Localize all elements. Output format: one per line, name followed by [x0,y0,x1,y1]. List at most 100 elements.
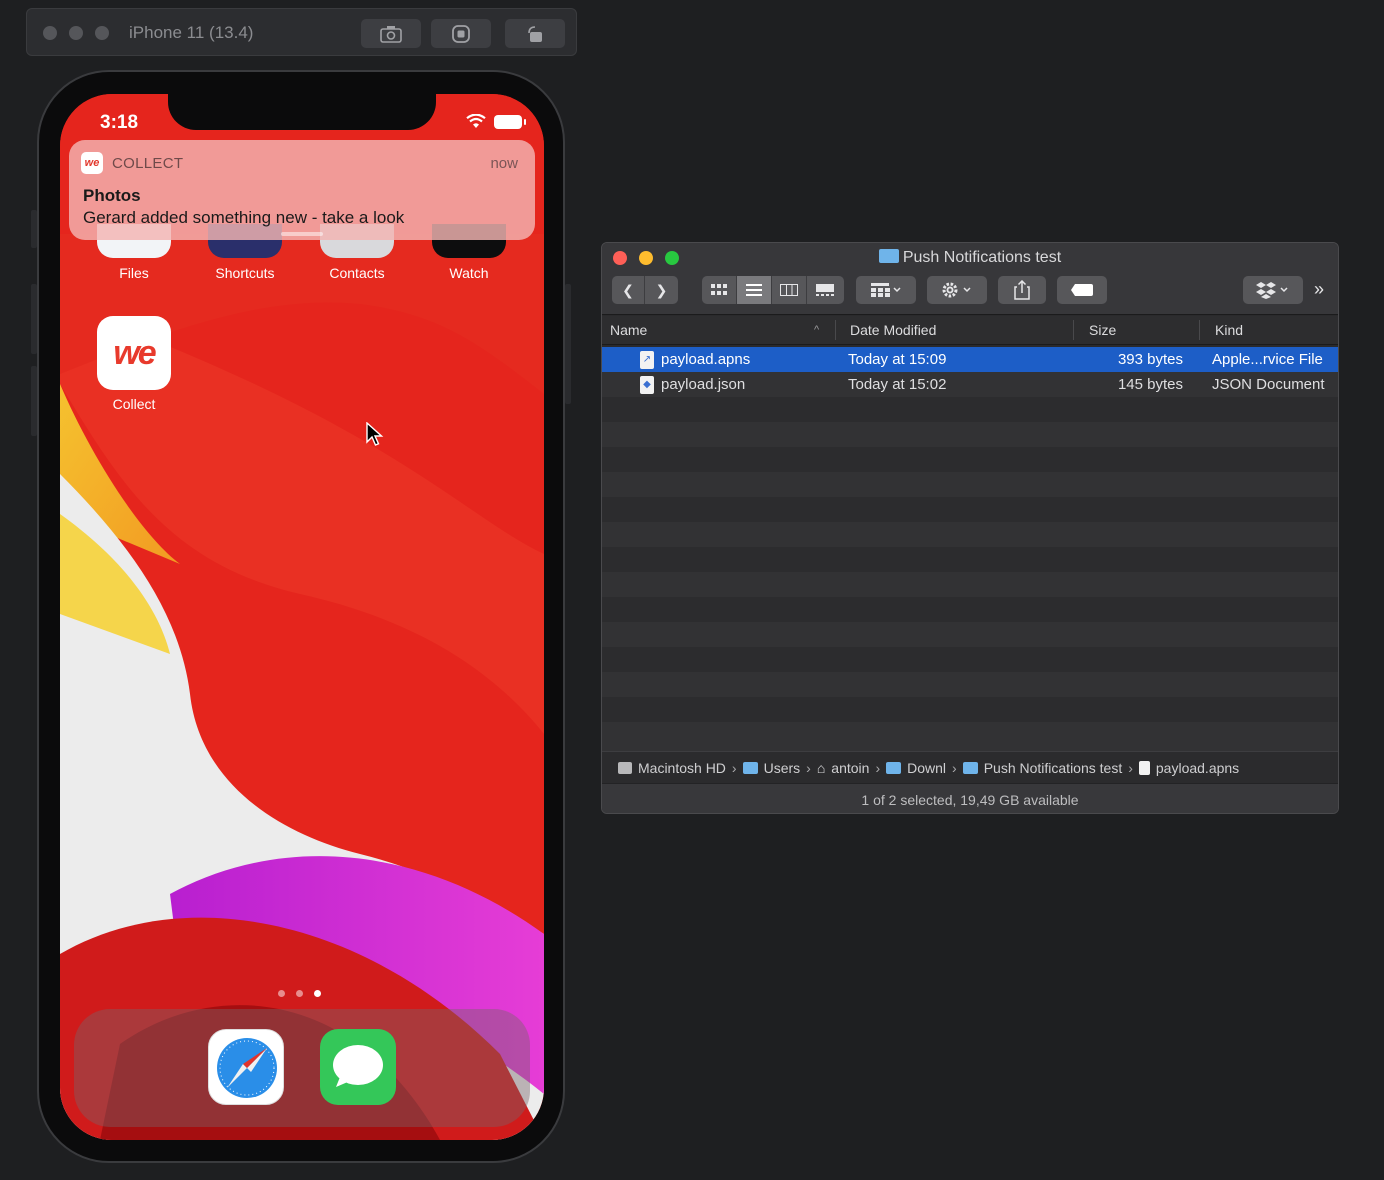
mouse-cursor-icon [366,422,384,446]
safari-icon[interactable] [208,1029,284,1105]
file-row-selected[interactable]: ↗ payload.apns Today at 15:09 393 bytes … [602,347,1338,372]
finder-window: Push Notifications test ❮ ❯ » Name ^ Dat… [601,242,1339,814]
action-button[interactable] [927,276,987,304]
empty-row [602,722,1338,751]
list-view-button[interactable] [737,276,772,304]
collect-app-label: Collect [112,396,156,412]
empty-row [602,447,1338,472]
screenshot-button[interactable] [361,19,421,48]
path-item[interactable]: Downl [907,760,946,776]
share-icon [1014,280,1030,300]
volume-down-button[interactable] [31,366,37,436]
forward-button[interactable]: ❯ [645,276,678,304]
contacts-app-label: Contacts [329,265,385,281]
name-column-header[interactable]: Name [610,322,647,338]
empty-row [602,672,1338,697]
file-size: 145 bytes [1117,376,1183,393]
close-button[interactable] [43,26,57,40]
gallery-icon [815,284,834,296]
home-button[interactable] [431,19,491,48]
notification-time: now [490,155,518,172]
side-button[interactable] [565,284,571,404]
columns-icon [780,284,798,296]
chevron-right-icon: › [1128,759,1133,776]
path-item[interactable]: antoin [831,760,869,776]
volume-up-button[interactable] [31,284,37,354]
chevron-right-icon: › [875,759,881,776]
wifi-icon [466,114,486,128]
path-item[interactable]: Users [764,760,801,776]
gallery-view-button[interactable] [807,276,842,304]
status-time: 3:18 [100,112,139,133]
simulator-title: iPhone 11 (13.4) [129,23,254,42]
home-icon [452,24,470,43]
view-mode-control [702,276,844,304]
notification-banner[interactable]: we COLLECT now Photos Gerard added somet… [69,140,535,240]
dropbox-button[interactable] [1243,276,1303,304]
chevron-right-icon: › [952,759,957,776]
status-icons [466,114,526,129]
folder-icon [742,761,758,774]
apns-file-icon: ↗ [640,351,654,369]
file-kind: JSON Document [1212,376,1325,393]
battery-icon [494,114,526,129]
empty-row [602,422,1338,447]
empty-row [602,597,1338,622]
notification-body: Gerard added something new - take a look [83,208,405,227]
size-column-header[interactable]: Size [1089,322,1116,338]
back-button[interactable]: ❮ [612,276,645,304]
path-item[interactable]: Macintosh HD [638,760,726,776]
page-dot[interactable] [278,990,285,997]
file-date: Today at 15:02 [848,376,947,393]
toolbar-overflow-button[interactable]: » [1314,279,1324,300]
tag-icon [1071,284,1093,296]
column-divider[interactable] [1073,320,1074,340]
minimize-button[interactable] [69,26,83,40]
empty-row [602,647,1338,672]
sort-ascending-icon: ^ [814,324,820,336]
finder-titlebar: Push Notifications test ❮ ❯ » [602,243,1338,315]
icon-view-button[interactable] [702,276,737,304]
collect-app-icon[interactable]: we [97,316,171,390]
notification-grabber[interactable] [281,232,323,236]
page-dot[interactable] [296,990,303,997]
file-name: payload.json [661,376,746,393]
file-row[interactable]: ◆ payload.json Today at 15:02 145 bytes … [602,372,1338,397]
group-by-button[interactable] [856,276,916,304]
rotate-button[interactable] [505,19,565,48]
status-bar: 1 of 2 selected, 19,49 GB available [602,783,1338,813]
path-item[interactable]: payload.apns [1156,760,1239,776]
collect-notification-icon: we [81,152,103,174]
zoom-button[interactable] [95,26,109,40]
empty-row [602,497,1338,522]
iphone-screen: 3:18 Files Shortcuts Contacts Watch we C… [60,94,544,1140]
path-bar: Macintosh HD › Users › ⌂ antoin › Downl … [602,751,1338,783]
file-name: payload.apns [661,351,751,368]
messages-icon[interactable] [320,1029,396,1105]
share-button[interactable] [998,276,1046,304]
column-header: Name ^ Date Modified Size Kind [602,316,1338,345]
column-view-button[interactable] [772,276,807,304]
file-size: 393 bytes [1117,351,1183,368]
gear-icon [942,282,971,298]
notch [168,94,436,130]
shortcuts-app-label: Shortcuts [215,265,275,281]
empty-row [602,697,1338,722]
page-dot-active[interactable] [314,990,321,997]
dropbox-icon [1256,282,1288,299]
folder-icon [878,249,899,263]
tags-button[interactable] [1057,276,1107,304]
notification-title: Photos [83,186,141,205]
column-divider[interactable] [835,320,836,340]
page-indicator[interactable] [278,990,321,997]
silent-switch [31,210,37,248]
kind-column-header[interactable]: Kind [1215,322,1243,338]
finder-title: Push Notifications test [602,249,1338,267]
path-item[interactable]: Push Notifications test [984,760,1123,776]
folder-icon [962,761,978,774]
group-icon [871,283,901,297]
date-column-header[interactable]: Date Modified [850,322,936,338]
column-divider[interactable] [1199,320,1200,340]
file-date: Today at 15:09 [848,351,947,368]
empty-row [602,547,1338,572]
